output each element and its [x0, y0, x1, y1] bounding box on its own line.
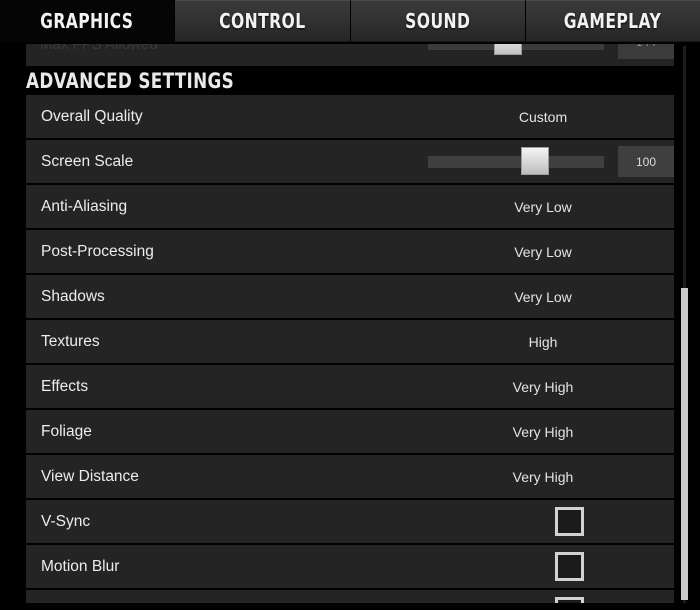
tab-control[interactable]: CONTROL — [175, 0, 351, 42]
setting-row[interactable]: Screen Scale 100 — [26, 140, 674, 183]
setting-value: Very Low — [514, 198, 572, 215]
setting-row[interactable]: Foliage Very High — [26, 410, 674, 453]
settings-tabbar: GRAPHICS CONTROL SOUND GAMEPLAY — [0, 0, 700, 42]
left-gutter — [0, 42, 26, 610]
setting-label: V-Sync — [41, 512, 91, 530]
advanced-settings-header: ADVANCED SETTINGS — [26, 68, 674, 94]
tab-label: GAMEPLAY — [564, 9, 662, 33]
setting-checkbox[interactable] — [555, 552, 584, 581]
advanced-settings-list: Overall Quality Custom Screen Scale 100 Anti… — [26, 95, 674, 610]
bottom-gutter — [0, 603, 700, 610]
slider-knob[interactable] — [521, 147, 549, 175]
setting-label: Screen Scale — [41, 152, 134, 170]
slider-track[interactable] — [428, 156, 604, 168]
tab-label: SOUND — [405, 9, 471, 33]
setting-value: Very Low — [514, 243, 572, 260]
tab-graphics[interactable]: GRAPHICS — [0, 0, 176, 42]
slider-value-box: 100 — [618, 146, 674, 177]
setting-value: Very High — [512, 468, 574, 485]
setting-row[interactable]: Textures High — [26, 320, 674, 363]
tab-sound[interactable]: SOUND — [350, 0, 526, 42]
partial-row-inner: Max FPS Allowed 144 — [26, 44, 674, 66]
partial-row-value: 144 — [618, 44, 674, 49]
setting-slider[interactable]: 100 — [428, 140, 674, 183]
setting-label: Motion Blur — [41, 557, 120, 575]
tab-gameplay[interactable]: GAMEPLAY — [525, 0, 700, 42]
section-title: ADVANCED SETTINGS — [26, 69, 234, 93]
setting-row[interactable]: Overall Quality Custom — [26, 95, 674, 138]
setting-row[interactable]: Effects Very High — [26, 365, 674, 408]
setting-value: Very High — [512, 378, 574, 395]
setting-value: Very Low — [514, 288, 572, 305]
setting-value: Very High — [512, 423, 574, 440]
setting-row[interactable]: Post-Processing Very Low — [26, 230, 674, 273]
tab-label: CONTROL — [219, 9, 306, 33]
setting-row[interactable]: Shadows Very Low — [26, 275, 674, 318]
slider-value: 100 — [635, 154, 657, 169]
partial-row-slider-knob[interactable] — [494, 44, 522, 55]
setting-row[interactable]: Anti-Aliasing Very Low — [26, 185, 674, 228]
setting-row[interactable]: View Distance Very High — [26, 455, 674, 498]
setting-value: Custom — [518, 108, 568, 125]
setting-row[interactable]: V-Sync — [26, 500, 674, 543]
setting-value: High — [528, 333, 558, 350]
setting-row[interactable]: Motion Blur — [26, 545, 674, 588]
scrollbar-thumb[interactable] — [681, 288, 688, 600]
partial-row-label: Max FPS Allowed — [40, 44, 158, 53]
partial-setting-row-max-fps[interactable]: Max FPS Allowed 144 — [26, 44, 674, 66]
tab-label: GRAPHICS — [40, 9, 134, 33]
setting-checkbox[interactable] — [555, 507, 584, 536]
